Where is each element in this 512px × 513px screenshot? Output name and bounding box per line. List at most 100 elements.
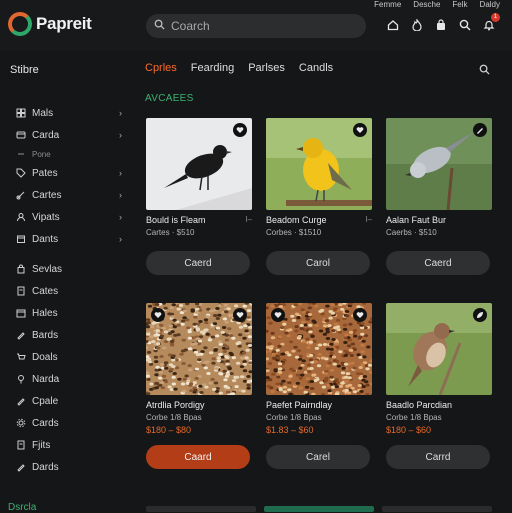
bell-icon[interactable]: 1 [482,13,500,32]
sidebar-item-doals[interactable]: Doals [16,346,128,368]
sidebar-item-cards[interactable]: Cards [16,412,128,434]
product-card[interactable]: Atrdlia Pordigy Corbe 1/8 Bpas $180 – $80 C… [146,303,252,469]
logo-icon [8,12,32,36]
sidebar-item-cates[interactable]: Cates [16,280,128,302]
tab-bar: Cprles Fearding Parlses Candls [145,62,333,74]
heart-icon[interactable] [151,308,165,322]
top-link[interactable]: Desche [413,0,440,9]
sidebar-item-label: Sevlas [32,263,63,275]
product-image[interactable] [266,303,372,395]
product-image[interactable] [146,303,252,395]
heart-icon[interactable] [353,123,367,137]
search-icon [154,17,165,35]
bag-icon[interactable] [434,18,448,32]
sidebar-title: Stibre [10,64,39,76]
heart-icon[interactable] [233,123,247,137]
sidebar-item-pates[interactable]: Pates › [16,162,128,184]
sidebar-item-cpale[interactable]: Cpale [16,390,128,412]
cart-icon [16,352,26,362]
top-link[interactable]: Felk [452,0,467,9]
top-bar: Femme Desche Felk Daldy Papreit 1 [0,0,512,50]
heart-icon[interactable] [353,308,367,322]
product-title-text: Baadlo Parcdian [386,400,453,410]
home-icon[interactable] [386,18,400,32]
add-to-cart-button[interactable]: Carel [266,445,370,469]
top-link[interactable]: Daldy [480,0,500,9]
search-icon[interactable] [458,18,472,32]
search-icon[interactable] [479,62,490,80]
product-title-text: Atrdlia Pordigy [146,400,205,410]
sidebar-item-label: Fjits [32,439,51,451]
product-title[interactable]: Baadlo Parcdian [386,400,492,410]
section-title: AVCAEES [145,93,194,104]
add-to-cart-button[interactable]: Caerd [146,251,250,275]
gear-icon [16,418,26,428]
search-bar[interactable] [146,14,366,38]
app-name: Papreit [36,14,92,33]
top-link[interactable]: Femme [374,0,401,9]
product-card[interactable]: Aalan Faut Bur Caerbs · $510 Caerd [386,118,492,275]
product-title[interactable]: Aalan Faut Bur [386,215,492,225]
chevron-right-icon[interactable]: › [119,168,122,178]
card-icon [16,130,26,140]
leaf-icon[interactable] [473,308,487,322]
sidebar-item-narda[interactable]: Narda [16,368,128,390]
chevron-right-icon[interactable]: › [119,234,122,244]
add-to-cart-button[interactable]: Caerd [386,251,490,275]
heart-icon[interactable] [271,308,285,322]
product-image[interactable] [146,118,252,210]
add-to-cart-button[interactable]: Carrd [386,445,490,469]
fire-icon[interactable] [410,18,424,32]
sidebar-item-carda[interactable]: Carda › [16,124,128,146]
tab-candls[interactable]: Candls [299,62,333,74]
sidebar-item-label: Cartes [32,189,62,201]
sidebar-item-label: Dards [32,461,59,473]
sidebar-item-mals[interactable]: Mals › [16,102,128,124]
heart-icon[interactable] [233,308,247,322]
box-icon [16,234,26,244]
add-to-cart-button[interactable]: Caard [146,445,250,469]
pen-icon[interactable] [473,123,487,137]
tab-cprles[interactable]: Cprles [145,62,177,74]
app-logo[interactable]: Papreit [8,12,92,36]
product-title[interactable]: Beadom Curge l– [266,215,372,225]
sidebar-item-fjits[interactable]: Fjits [16,434,128,456]
search-input[interactable] [171,19,351,33]
sidebar-item-label: Pates [32,167,58,179]
product-price: $1.83 – $60 [266,425,314,435]
card-peek [264,506,374,512]
header-icons: 1 [386,13,500,32]
chevron-right-icon[interactable]: › [119,190,122,200]
product-image[interactable] [386,303,492,395]
sidebar-item-vipats[interactable]: Vipats › [16,206,128,228]
product-card[interactable]: Baadlo Parcdian Corbe 1/8 Bpas $180 – $60 C… [386,303,492,469]
sidebar-item-dants[interactable]: Dants › [16,228,128,250]
product-card[interactable]: Paefet Pairndlay Corbe 1/8 Bpas $1.83 – $6… [266,303,372,469]
product-title[interactable]: Bould is Fleam l– [146,215,252,225]
sidebar-item-label: Pone [32,149,51,159]
sidebar-item-cartes[interactable]: Cartes › [16,184,128,206]
chevron-right-icon[interactable]: › [119,212,122,222]
pen-icon [16,462,26,472]
sidebar-item-hales[interactable]: Hales [16,302,128,324]
tab-fearding[interactable]: Fearding [191,62,234,74]
sidebar-item-dards[interactable]: Dards [16,456,128,478]
add-to-cart-button[interactable]: Carol [266,251,370,275]
product-image[interactable] [386,118,492,210]
product-title[interactable]: Paefet Pairndlay [266,400,372,410]
sidebar-item-label: Cpale [32,395,59,407]
sidebar-item-bards[interactable]: Bards [16,324,128,346]
product-card[interactable]: Bould is Fleam l– Cartes · $510 Caerd [146,118,252,275]
product-image[interactable] [266,118,372,210]
user-icon [16,212,26,222]
chevron-right-icon[interactable]: › [119,108,122,118]
sidebar-bottom-link[interactable]: Dsrcla [8,502,36,513]
product-card[interactable]: Beadom Curge l– Corbes · $1510 Carol [266,118,372,275]
sidebar-item-sevlas[interactable]: Sevlas [16,258,128,280]
bag-icon [16,264,26,274]
chevron-right-icon[interactable]: › [119,130,122,140]
sidebar-item-pone[interactable]: Pone [16,146,128,162]
product-title[interactable]: Atrdlia Pordigy [146,400,252,410]
sidebar-item-label: Bards [32,329,59,341]
tab-parlses[interactable]: Parlses [248,62,285,74]
